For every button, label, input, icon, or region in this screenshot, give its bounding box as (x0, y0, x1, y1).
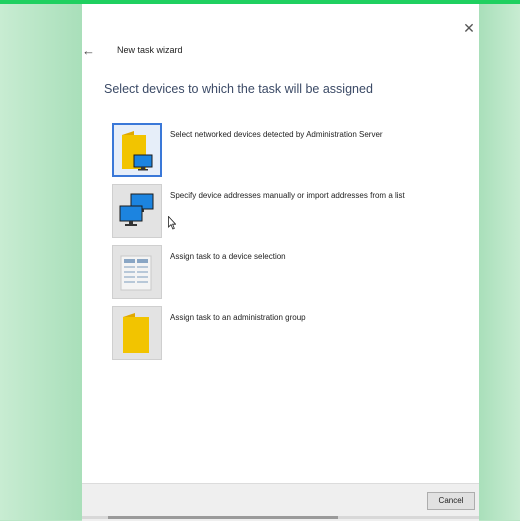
cancel-button[interactable]: Cancel (427, 492, 475, 510)
option-specify-addresses[interactable]: Specify device addresses manually or imp… (112, 184, 452, 240)
wizard-dialog: ✕ ← New task wizard Select devices to wh… (82, 4, 479, 521)
option-label: Select networked devices detected by Adm… (170, 130, 383, 139)
monitors-icon (119, 193, 154, 226)
device-selection-icon (120, 255, 152, 291)
close-icon[interactable]: ✕ (461, 20, 477, 36)
background-left (0, 4, 82, 520)
scrollbar-thumb[interactable] (108, 516, 338, 519)
option-networked-devices[interactable]: Select networked devices detected by Adm… (112, 123, 452, 179)
option-administration-group[interactable]: Assign task to an administration group (112, 306, 452, 362)
folder-monitor-icon (122, 131, 153, 171)
option-label: Specify device addresses manually or imp… (170, 191, 405, 200)
option-tile[interactable] (112, 245, 162, 299)
option-label: Assign task to an administration group (170, 313, 306, 322)
mouse-cursor-icon (168, 216, 176, 230)
page-heading: Select devices to which the task will be… (104, 82, 373, 96)
back-arrow-icon[interactable]: ← (82, 43, 96, 59)
background-right (479, 4, 520, 520)
option-device-selection[interactable]: Assign task to a device selection (112, 245, 452, 301)
wizard-title: New task wizard (117, 45, 183, 55)
option-label: Assign task to a device selection (170, 252, 286, 261)
option-tile[interactable] (112, 184, 162, 238)
horizontal-scrollbar[interactable] (82, 516, 479, 519)
option-tile[interactable] (112, 306, 162, 360)
dialog-footer: Cancel (82, 483, 479, 521)
option-tile[interactable] (112, 123, 162, 177)
folder-icon (123, 313, 149, 353)
